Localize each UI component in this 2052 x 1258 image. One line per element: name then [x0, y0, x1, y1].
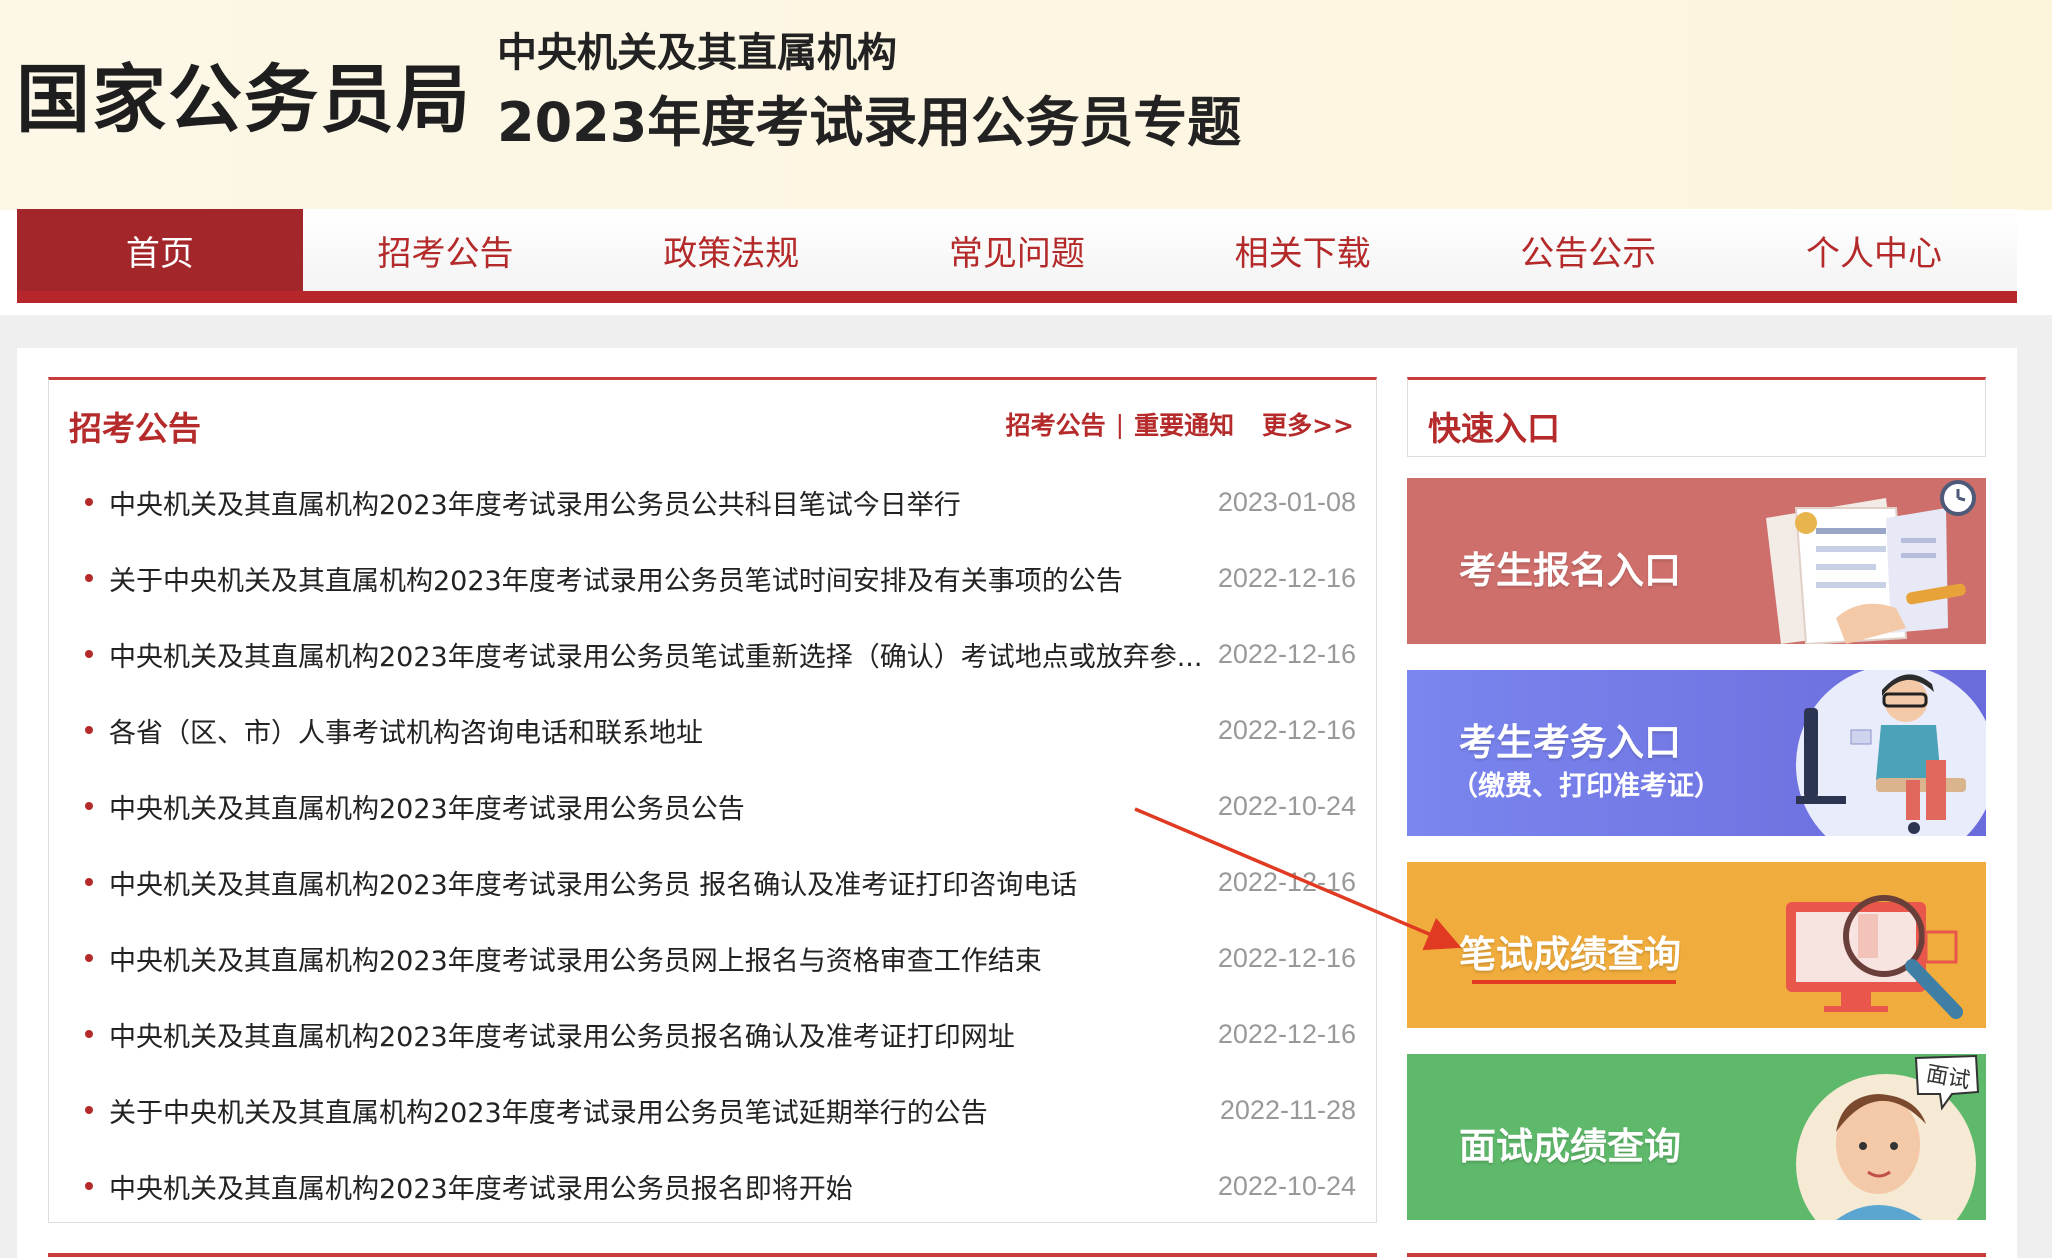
list-item: 中央机关及其直属机构2023年度考试录用公务员网上报名与资格审查工作结束 2022…: [49, 920, 1376, 996]
magnifier-screen-icon: [1786, 895, 1963, 1019]
notice-date: 2022-12-16: [1217, 1018, 1356, 1049]
notice-date: 2023-01-08: [1217, 486, 1356, 517]
header-subtitle-line2: 2023年度考试录用公务员专题: [497, 91, 1242, 154]
notice-title-link[interactable]: 中央机关及其直属机构2023年度考试录用公务员报名确认及准考证打印网址: [109, 1015, 1015, 1054]
nav-public-notices[interactable]: 公告公示: [1445, 209, 1731, 291]
nav-policies[interactable]: 政策法规: [588, 209, 874, 291]
notice-date: 2022-12-16: [1217, 562, 1356, 593]
registration-entry-label: 考生报名入口: [1459, 549, 1681, 592]
quick-entry-title: 快速入口: [1428, 409, 1560, 448]
site-header: 国家公务员局 中央机关及其直属机构 2023年度考试录用公务员专题: [0, 0, 2052, 210]
notices-link-separator: |: [1115, 409, 1125, 439]
notices-list: 中央机关及其直属机构2023年度考试录用公务员公共科目笔试今日举行 2023-01…: [49, 464, 1376, 1224]
person-at-computer-icon: [1796, 670, 1986, 836]
exam-affairs-entry-tile[interactable]: 考生考务入口 （缴费、打印准考证）: [1407, 670, 1986, 836]
panel-bottom-border: [48, 1253, 1377, 1257]
notice-title-link[interactable]: 中央机关及其直属机构2023年度考试录用公务员公告: [109, 787, 745, 826]
bullet-dot: [85, 802, 93, 810]
registration-entry-tile[interactable]: 考生报名入口: [1407, 478, 1986, 644]
interview-score-query-label: 面试成绩查询: [1459, 1125, 1681, 1168]
bullet-dot: [85, 878, 93, 886]
list-item: 中央机关及其直属机构2023年度考试录用公务员笔试重新选择（确认）考试地点或放弃…: [49, 616, 1376, 692]
notice-title-link[interactable]: 关于中央机关及其直属机构2023年度考试录用公务员笔试延期举行的公告: [109, 1091, 988, 1130]
site-brand[interactable]: 国家公务员局: [16, 40, 472, 147]
list-item: 中央机关及其直属机构2023年度考试录用公务员公共科目笔试今日举行 2023-01…: [49, 464, 1376, 540]
list-item: 中央机关及其直属机构2023年度考试录用公务员公告 2022-10-24: [49, 768, 1376, 844]
notice-title-link[interactable]: 中央机关及其直属机构2023年度考试录用公务员 报名确认及准考证打印咨询电话: [109, 863, 1077, 902]
notice-title-link[interactable]: 中央机关及其直属机构2023年度考试录用公务员笔试重新选择（确认）考试地点或放弃…: [109, 635, 1202, 674]
application-form-icon: [1766, 480, 1976, 644]
bullet-dot: [85, 574, 93, 582]
main-nav: 首页 招考公告 政策法规 常见问题 相关下载 公告公示 个人中心: [17, 209, 2017, 303]
bullet-dot: [85, 498, 93, 506]
bullet-dot: [85, 1106, 93, 1114]
notices-more-link[interactable]: 更多>>: [1262, 406, 1354, 442]
quick-entry-header: 快速入口: [1407, 377, 1986, 457]
notice-title-link[interactable]: 关于中央机关及其直属机构2023年度考试录用公务员笔试时间安排及有关事项的公告: [109, 559, 1123, 598]
bullet-dot: [85, 650, 93, 658]
nav-recruitment-notices[interactable]: 招考公告: [303, 209, 589, 291]
notice-date: 2022-10-24: [1217, 1170, 1356, 1201]
nav-downloads[interactable]: 相关下载: [1160, 209, 1446, 291]
notice-date: 2022-11-28: [1219, 1094, 1356, 1125]
notices-link-recruitment[interactable]: 招考公告: [1006, 406, 1106, 442]
written-score-query-tile[interactable]: 笔试成绩查询: [1407, 862, 1986, 1028]
notice-date: 2022-12-16: [1217, 638, 1356, 669]
exam-affairs-entry-label: 考生考务入口: [1459, 721, 1681, 764]
bullet-dot: [85, 1030, 93, 1038]
notices-panel: 招考公告 招考公告 | 重要通知 更多>> 中央机关及其直属机构2023年度考试…: [48, 377, 1377, 1223]
list-item: 中央机关及其直属机构2023年度考试录用公务员报名确认及准考证打印网址 2022-…: [49, 996, 1376, 1072]
nav-faq[interactable]: 常见问题: [874, 209, 1160, 291]
nav-home[interactable]: 首页: [17, 209, 303, 291]
nav-personal-center[interactable]: 个人中心: [1731, 209, 2017, 291]
notice-title-link[interactable]: 各省（区、市）人事考试机构咨询电话和联系地址: [109, 711, 703, 750]
list-item: 中央机关及其直属机构2023年度考试录用公务员报名即将开始 2022-10-24: [49, 1148, 1376, 1224]
interviewee-avatar-icon: 面试: [1796, 1054, 1980, 1220]
notice-title-link[interactable]: 中央机关及其直属机构2023年度考试录用公务员公共科目笔试今日举行: [109, 483, 961, 522]
notice-title-link[interactable]: 中央机关及其直属机构2023年度考试录用公务员报名即将开始: [109, 1167, 853, 1206]
list-item: 各省（区、市）人事考试机构咨询电话和联系地址 2022-12-16: [49, 692, 1376, 768]
list-item: 关于中央机关及其直属机构2023年度考试录用公务员笔试延期举行的公告 2022-1…: [49, 1072, 1376, 1148]
bullet-dot: [85, 1182, 93, 1190]
notices-link-important[interactable]: 重要通知: [1134, 406, 1234, 442]
exam-affairs-entry-sublabel: （缴费、打印准考证）: [1451, 771, 1721, 802]
notice-date: 2022-10-24: [1217, 790, 1356, 821]
notices-panel-title: 招考公告: [69, 409, 201, 448]
bullet-dot: [85, 954, 93, 962]
written-score-query-label: 笔试成绩查询: [1459, 933, 1681, 976]
notice-date: 2022-12-16: [1217, 714, 1356, 745]
annotation-underline: [1472, 980, 1676, 984]
notice-date: 2022-12-16: [1217, 942, 1356, 973]
bullet-dot: [85, 726, 93, 734]
notice-date: 2022-12-16: [1217, 866, 1356, 897]
interview-score-query-tile[interactable]: 面试成绩查询 面试: [1407, 1054, 1986, 1220]
quick-bottom-border: [1407, 1253, 1986, 1257]
notice-title-link[interactable]: 中央机关及其直属机构2023年度考试录用公务员网上报名与资格审查工作结束: [109, 939, 1042, 978]
list-item: 关于中央机关及其直属机构2023年度考试录用公务员笔试时间安排及有关事项的公告 2…: [49, 540, 1376, 616]
notices-panel-links: 招考公告 | 重要通知 更多>>: [1006, 406, 1354, 442]
list-item: 中央机关及其直属机构2023年度考试录用公务员 报名确认及准考证打印咨询电话 20…: [49, 844, 1376, 920]
header-subtitle-line1: 中央机关及其直属机构: [497, 30, 897, 76]
